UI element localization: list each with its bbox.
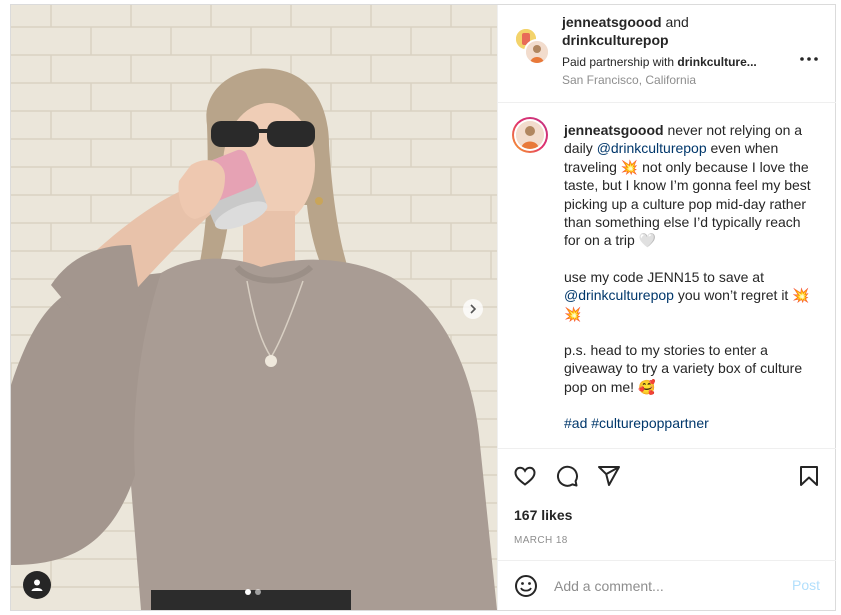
caption-text: jenneatsgoood never not relying on a dai… bbox=[564, 121, 812, 448]
tagged-user-button[interactable] bbox=[23, 571, 51, 599]
collab-avatars[interactable] bbox=[514, 27, 550, 67]
post-photo[interactable] bbox=[11, 5, 497, 610]
next-slide-button[interactable] bbox=[463, 299, 483, 319]
post-card: jenneatsgoood and drinkculturepop Paid p… bbox=[10, 4, 836, 611]
save-button[interactable] bbox=[796, 463, 822, 489]
action-icons-group bbox=[512, 463, 622, 489]
post-side-panel: jenneatsgoood and drinkculturepop Paid p… bbox=[497, 5, 836, 610]
partnership-brand-link[interactable]: drinkculture... bbox=[677, 55, 756, 69]
hashtag-link[interactable]: #culturepoppartner bbox=[591, 415, 709, 431]
photo-illustration bbox=[11, 5, 497, 610]
location-link[interactable]: San Francisco, California bbox=[562, 73, 802, 87]
author-avatar bbox=[524, 39, 550, 65]
caption-avatar-image bbox=[516, 121, 544, 149]
carousel-dot bbox=[255, 589, 261, 595]
caption-username-link[interactable]: jenneatsgoood bbox=[564, 122, 664, 138]
caption-avatar-ring bbox=[514, 119, 546, 151]
author-photo-icon bbox=[516, 121, 544, 149]
hashtag-link[interactable]: #ad bbox=[564, 415, 587, 431]
share-button[interactable] bbox=[596, 463, 622, 489]
heart-icon bbox=[514, 466, 536, 486]
mention-link[interactable]: @drinkculturepop bbox=[597, 140, 707, 156]
caption-section: jenneatsgoood never not relying on a dai… bbox=[498, 103, 836, 448]
partnership-prefix: Paid partnership with bbox=[562, 55, 675, 69]
post-date[interactable]: MARCH 18 bbox=[514, 535, 568, 546]
comment-icon bbox=[556, 465, 578, 487]
caption-paragraph-1: jenneatsgoood never not relying on a dai… bbox=[564, 121, 812, 250]
and-text: and bbox=[665, 14, 689, 30]
post-comment-button[interactable]: Post bbox=[792, 577, 820, 593]
caption-avatar[interactable] bbox=[512, 117, 548, 153]
comment-bar: Post bbox=[498, 560, 836, 611]
likes-count[interactable]: 167 likes bbox=[514, 507, 572, 523]
author-photo-icon bbox=[526, 41, 548, 63]
collab-username-link[interactable]: drinkculturepop bbox=[562, 32, 669, 48]
post-actions: 167 likes MARCH 18 bbox=[498, 448, 836, 561]
share-icon bbox=[598, 466, 620, 486]
author-line: jenneatsgoood and drinkculturepop bbox=[562, 13, 802, 49]
user-icon bbox=[31, 579, 43, 591]
chevron-right-icon bbox=[470, 304, 477, 314]
author-username-link[interactable]: jenneatsgoood bbox=[562, 14, 662, 30]
caption-paragraph-2: use my code JENN15 to save at @drinkcult… bbox=[564, 268, 812, 323]
more-horizontal-icon bbox=[800, 57, 818, 61]
emoji-button[interactable] bbox=[514, 574, 538, 598]
comment-button[interactable] bbox=[554, 463, 580, 489]
like-button[interactable] bbox=[512, 463, 538, 489]
bookmark-icon bbox=[800, 466, 818, 486]
emoji-icon bbox=[515, 575, 537, 597]
carousel-indicator bbox=[245, 589, 261, 595]
post-header-text: jenneatsgoood and drinkculturepop Paid p… bbox=[562, 13, 802, 87]
mention-link[interactable]: @drinkculturepop bbox=[564, 287, 674, 303]
comment-input[interactable] bbox=[554, 575, 774, 597]
caption-hashtags: #ad #culturepoppartner bbox=[564, 414, 812, 432]
caption-paragraph-3: p.s. head to my stories to enter a givea… bbox=[564, 342, 806, 395]
post-header: jenneatsgoood and drinkculturepop Paid p… bbox=[498, 5, 836, 103]
caption-text-segment: even when traveling 💥 not only because I… bbox=[564, 140, 815, 249]
partnership-line: Paid partnership with drinkculture... bbox=[562, 55, 802, 69]
caption-text-segment: use my code JENN15 to save at bbox=[564, 268, 768, 285]
carousel-dot-active bbox=[245, 589, 251, 595]
more-options-button[interactable] bbox=[800, 45, 818, 66]
